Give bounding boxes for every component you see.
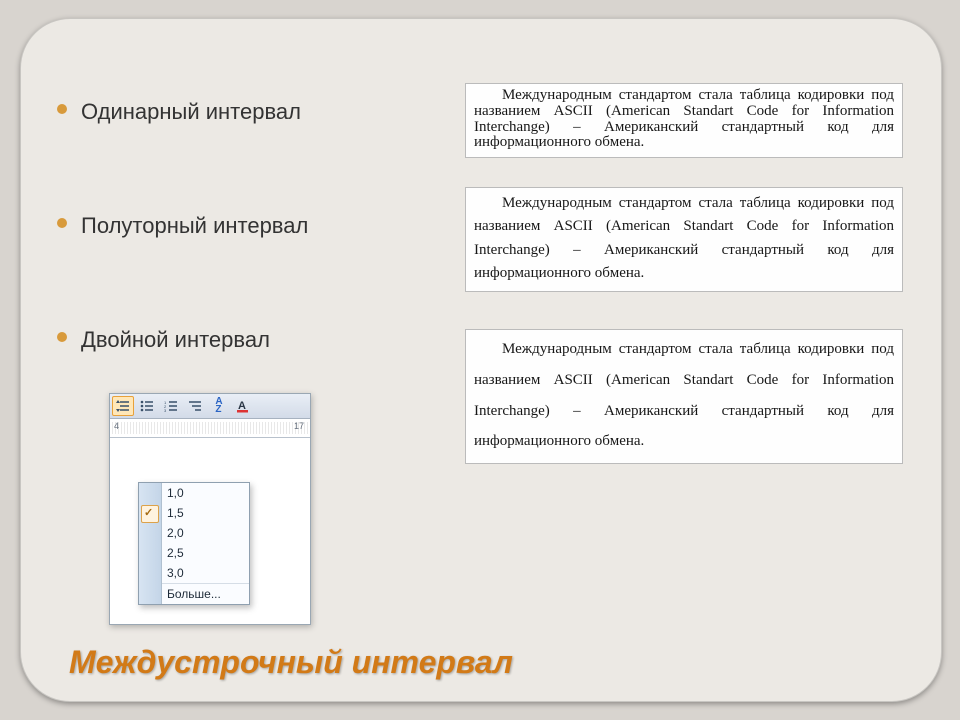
word-toolbar-snippet: 1 2 3 AZ A [109,393,311,625]
font-color-icon[interactable]: A [232,396,254,416]
ruler-tick-left: 4 [114,421,119,431]
sample-double-text: Международным стандартом стала таблица к… [474,334,894,457]
bullet-list: Одинарный интервал Полуторный интервал Д… [81,99,461,441]
ribbon-toolbar: 1 2 3 AZ A [110,394,310,419]
spacing-option-more[interactable]: Больше... [139,584,249,604]
sample-single: Международным стандартом стала таблица к… [465,83,903,158]
line-spacing-icon[interactable] [112,396,134,416]
ruler: 4 17 [110,419,310,438]
bullet-single-spacing: Одинарный интервал [81,99,461,125]
slide-title: Междустрочный интервал [69,644,513,681]
document-area: 1,0 1,5 2,0 2,5 3,0 Больше... [110,438,310,624]
ruler-tick-right: 17 [294,421,304,431]
spacing-option-2.5[interactable]: 2,5 [139,543,249,563]
bullet-one-half-spacing: Полуторный интервал [81,213,461,239]
slide-card: Одинарный интервал Полуторный интервал Д… [20,18,942,702]
spacing-option-1.0[interactable]: 1,0 [139,483,249,503]
sample-one-half-text: Международным стандартом стала таблица к… [474,192,894,285]
line-spacing-dropdown: 1,0 1,5 2,0 2,5 3,0 Больше... [138,482,250,605]
sample-double: Международным стандартом стала таблица к… [465,329,903,464]
spacing-option-1.5[interactable]: 1,5 [139,503,249,523]
bullet-double-spacing: Двойной интервал [81,327,461,353]
sort-icon[interactable]: AZ [208,396,230,416]
number-list-icon[interactable]: 1 2 3 [160,396,182,416]
svg-text:3: 3 [164,408,167,412]
spacing-option-3.0[interactable]: 3,0 [139,563,249,583]
spacing-option-2.0[interactable]: 2,0 [139,523,249,543]
bullet-list-icon[interactable] [136,396,158,416]
multilevel-list-icon[interactable] [184,396,206,416]
sample-single-text: Международным стандартом стала таблица к… [474,88,894,151]
sample-one-half: Международным стандартом стала таблица к… [465,187,903,292]
